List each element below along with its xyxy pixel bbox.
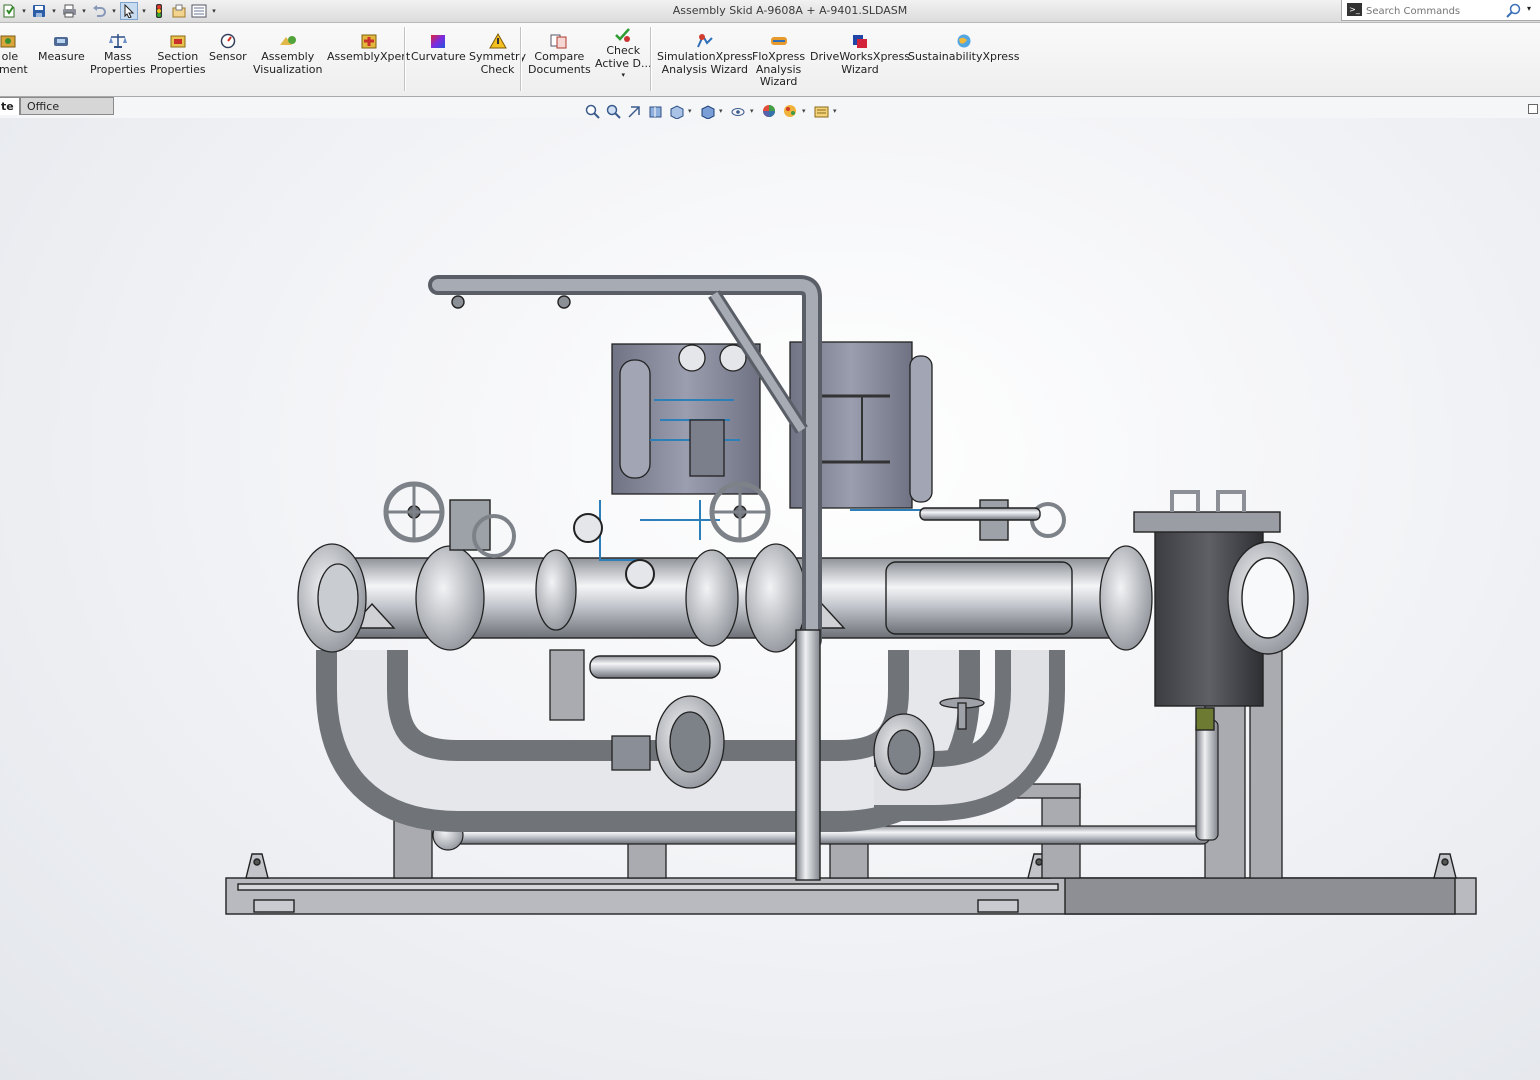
check-active-document-button[interactable]: Check Active D... ▾ bbox=[595, 27, 651, 80]
symmetry-check-icon bbox=[488, 33, 507, 49]
check-active-document-icon bbox=[615, 28, 631, 42]
simulationxpress-button[interactable]: SimulationXpress Analysis Wizard bbox=[657, 33, 753, 76]
curvature-button[interactable]: Curvature bbox=[411, 33, 466, 64]
measure-button[interactable]: Measure bbox=[38, 33, 85, 64]
symmetry-check-label: Symmetry Check bbox=[469, 50, 527, 76]
heads-up-view-toolbar: ▾ ▾ ▾ ▾ ▾ bbox=[583, 101, 840, 121]
hide-show-items-icon[interactable] bbox=[729, 102, 747, 120]
command-manager-ribbon: ole nment Measure Mass Properties Sectio… bbox=[0, 23, 1540, 97]
assemblyxpert-button[interactable]: AssemblyXpert bbox=[327, 33, 410, 64]
zoom-to-fit-icon[interactable] bbox=[583, 102, 601, 120]
ribbon-separator bbox=[650, 27, 652, 91]
compare-documents-button[interactable]: Compare Documents bbox=[528, 33, 591, 76]
driveworksxpress-label: DriveWorksXpress Wizard bbox=[810, 50, 910, 76]
hole-alignment-label: ole nment bbox=[0, 50, 28, 76]
assembly-visualization-icon bbox=[279, 36, 296, 45]
assemblyxpert-icon bbox=[361, 34, 377, 49]
sensor-button[interactable]: Sensor bbox=[209, 33, 247, 64]
sensor-label: Sensor bbox=[209, 50, 247, 63]
symmetry-check-button[interactable]: Symmetry Check bbox=[469, 33, 526, 76]
driveworksxpress-button[interactable]: DriveWorksXpress Wizard bbox=[810, 33, 910, 76]
measure-label: Measure bbox=[38, 50, 85, 63]
check-active-document-dropdown-icon[interactable]: ▾ bbox=[621, 70, 625, 80]
apply-scene-icon[interactable] bbox=[781, 102, 799, 120]
view-settings-icon[interactable] bbox=[812, 102, 830, 120]
search-input[interactable] bbox=[1364, 2, 1506, 20]
hide-show-items-dropdown-icon[interactable]: ▾ bbox=[750, 107, 757, 115]
section-properties-label: Section Properties bbox=[150, 50, 206, 76]
search-commands-box[interactable]: >_ ▾ bbox=[1341, 0, 1540, 21]
zoom-to-area-icon[interactable] bbox=[604, 102, 622, 120]
skid-base-frame[interactable] bbox=[225, 877, 1477, 915]
ribbon-separator bbox=[520, 27, 522, 91]
assembly-visualization-button[interactable]: Assembly Visualization bbox=[253, 33, 322, 76]
ribbon-separator bbox=[404, 27, 406, 91]
display-style-dropdown-icon[interactable]: ▾ bbox=[719, 107, 726, 115]
section-properties-icon bbox=[170, 35, 186, 48]
driveworksxpress-icon bbox=[852, 35, 867, 48]
search-dropdown-icon[interactable]: ▾ bbox=[1527, 4, 1531, 13]
sustainabilityxpress-icon bbox=[957, 34, 971, 48]
compare-documents-icon bbox=[550, 34, 567, 49]
section-view-icon[interactable] bbox=[646, 102, 664, 120]
previous-view-icon[interactable] bbox=[625, 102, 643, 120]
graphics-area[interactable] bbox=[0, 118, 1540, 1080]
search-icon[interactable] bbox=[1506, 3, 1522, 18]
display-style-icon[interactable] bbox=[698, 102, 716, 120]
section-properties-button[interactable]: Section Properties bbox=[150, 33, 206, 76]
view-orientation-dropdown-icon[interactable]: ▾ bbox=[688, 107, 695, 115]
document-title: Assembly Skid A-9608A + A-9401.SLDASM bbox=[672, 4, 908, 17]
hole-alignment-icon bbox=[0, 35, 16, 48]
gate-valve-3[interactable] bbox=[919, 499, 1066, 541]
view-settings-dropdown-icon[interactable]: ▾ bbox=[833, 107, 840, 115]
mass-properties-icon bbox=[108, 34, 127, 48]
assembly-visualization-label: Assembly Visualization bbox=[253, 50, 323, 76]
control-panel-left[interactable] bbox=[611, 343, 761, 495]
gate-valve-2[interactable] bbox=[709, 481, 771, 543]
sustainabilityxpress-button[interactable]: SustainabilityXpress bbox=[908, 33, 1020, 64]
sensor-icon bbox=[220, 33, 236, 49]
gate-valve-1[interactable] bbox=[383, 481, 516, 558]
curvature-label: Curvature bbox=[411, 50, 466, 63]
floxpress-icon bbox=[770, 37, 787, 45]
sustainabilityxpress-label: SustainabilityXpress bbox=[908, 50, 1020, 63]
mass-properties-label: Mass Properties bbox=[90, 50, 146, 76]
floxpress-label: FloXpress Analysis Wizard bbox=[752, 50, 806, 88]
tab-evaluate[interactable]: te bbox=[0, 97, 20, 115]
title-bar: ▾ ▾ ▾ ▾ ▾ ▾ Assembly Skid A-9608A + A-94… bbox=[0, 0, 1540, 23]
simulationxpress-label: SimulationXpress Analysis Wizard bbox=[657, 50, 753, 76]
measure-icon bbox=[54, 37, 69, 46]
curvature-icon bbox=[431, 35, 446, 48]
floxpress-button[interactable]: FloXpress Analysis Wizard bbox=[752, 33, 805, 89]
edit-appearance-icon[interactable] bbox=[760, 102, 778, 120]
command-prompt-icon: >_ bbox=[1347, 3, 1362, 16]
simulationxpress-icon bbox=[696, 33, 713, 48]
assemblyxpert-label: AssemblyXpert bbox=[327, 50, 411, 63]
view-orientation-icon[interactable] bbox=[667, 102, 685, 120]
hole-alignment-button[interactable]: ole nment bbox=[0, 33, 28, 76]
task-pane-toggle-icon[interactable] bbox=[1528, 104, 1538, 114]
apply-scene-dropdown-icon[interactable]: ▾ bbox=[802, 107, 809, 115]
check-active-document-label: Check Active D... bbox=[595, 44, 652, 70]
mass-properties-button[interactable]: Mass Properties bbox=[90, 33, 146, 76]
tab-office-products[interactable]: Office Products bbox=[20, 97, 114, 130]
assembly-model[interactable] bbox=[0, 118, 1540, 1080]
compare-documents-label: Compare Documents bbox=[528, 50, 591, 76]
